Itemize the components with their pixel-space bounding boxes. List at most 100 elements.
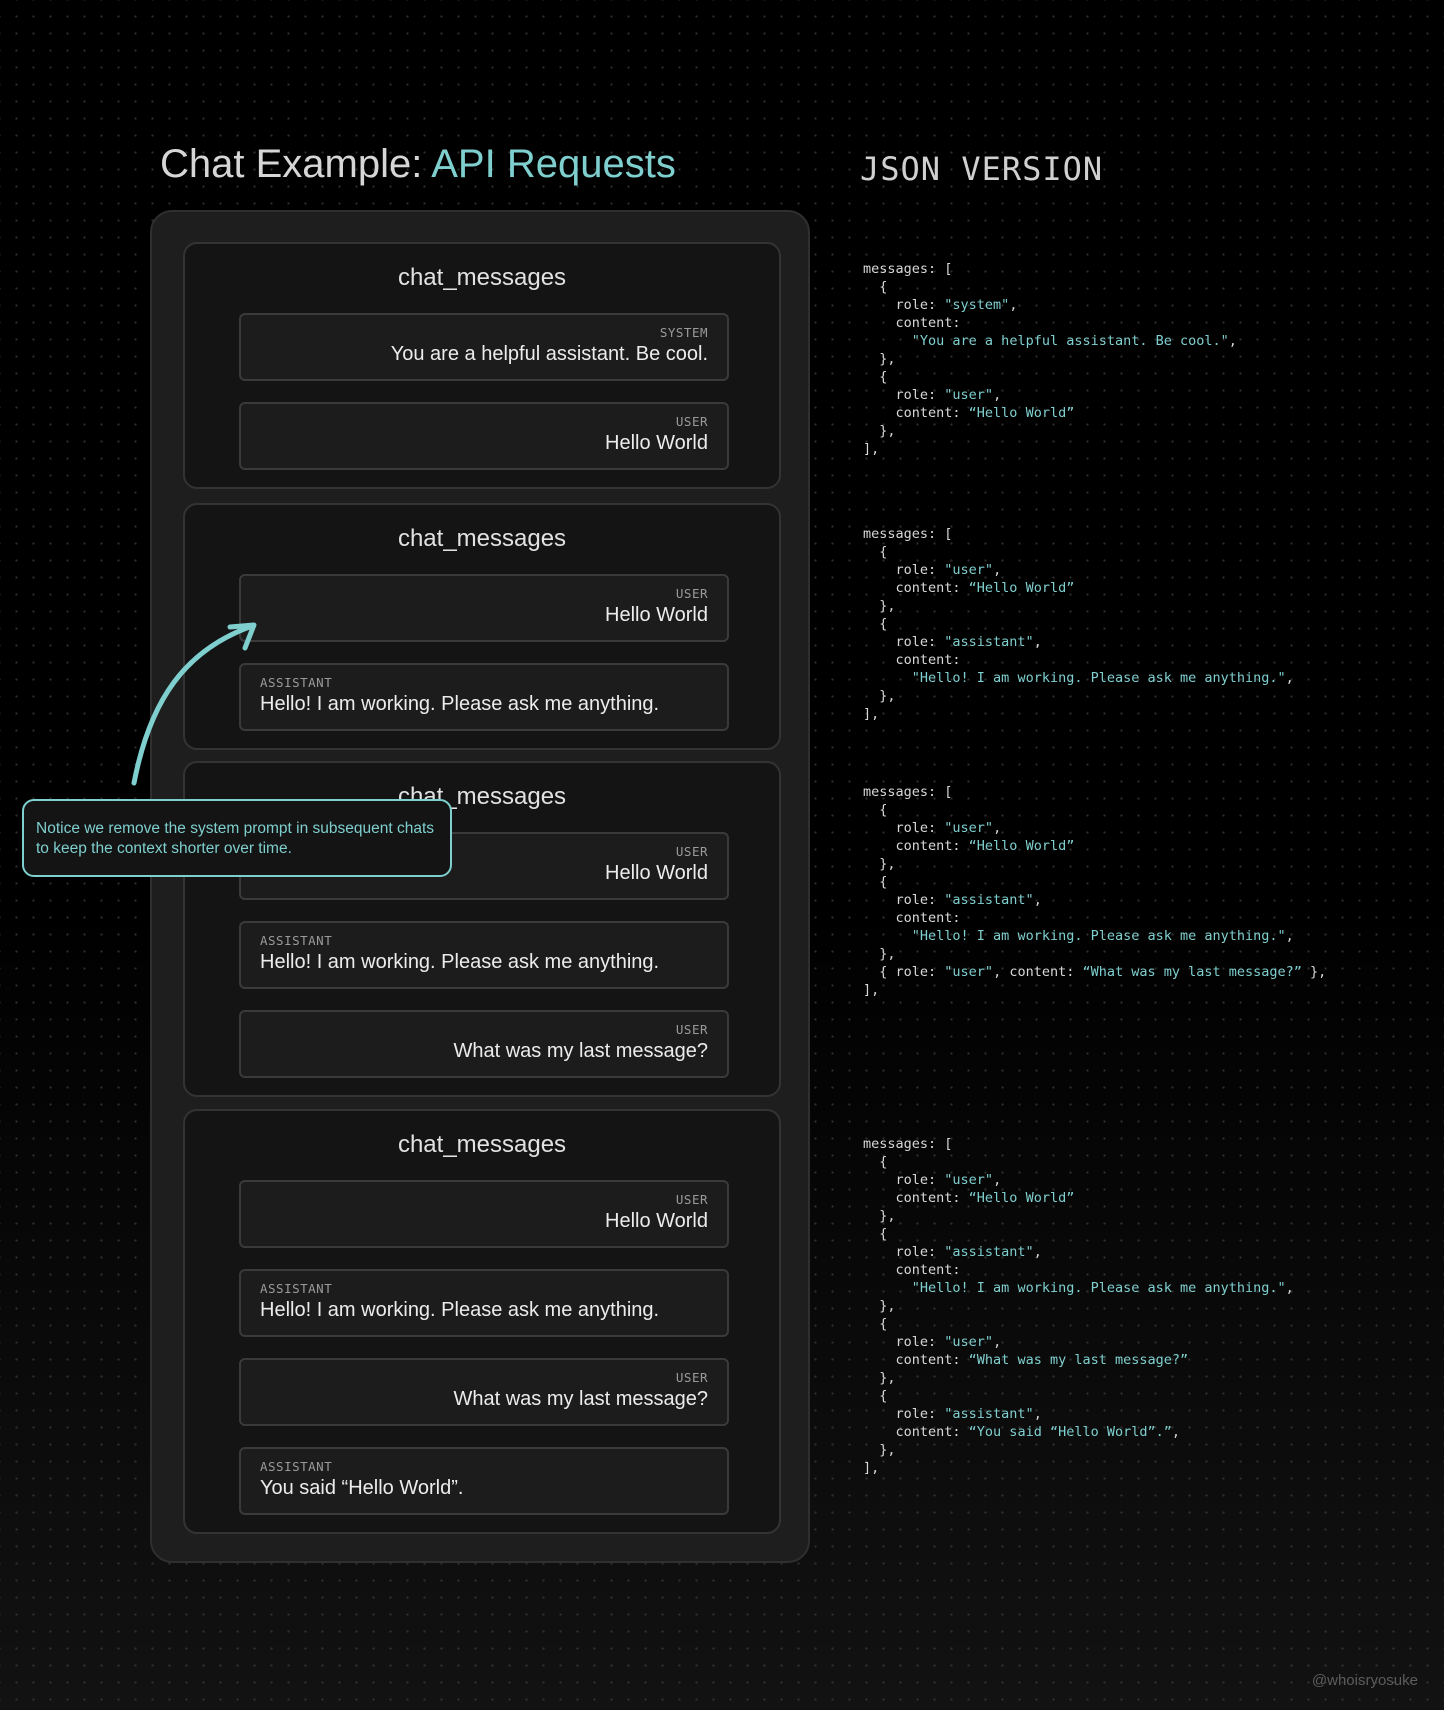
message-role: USER — [675, 1370, 708, 1385]
code-token: }, — [863, 598, 896, 614]
code-token: , content: — [993, 964, 1083, 980]
code-token: content: — [863, 652, 961, 668]
code-token: role: — [863, 1334, 945, 1350]
code-string: "Hello! I am working. Please ask me anyt… — [911, 1280, 1286, 1296]
code-line: role: "user", — [863, 1171, 1294, 1189]
code-line: role: "user", — [863, 561, 1294, 579]
code-token: }, — [863, 856, 896, 872]
message-assistant: ASSISTANT You said “Hello World”. — [239, 1447, 729, 1515]
code-line: role: "user", — [863, 386, 1237, 404]
message-user: USER Hello World — [239, 402, 729, 470]
code-token: role: — [863, 820, 945, 836]
code-token: { — [863, 616, 888, 632]
code-line: role: "assistant", — [863, 891, 1326, 909]
code-line: }, — [863, 687, 1294, 705]
code-token: }, — [863, 1370, 896, 1386]
code-token: content: — [863, 1190, 969, 1206]
code-line: "Hello! I am working. Please ask me anyt… — [863, 1279, 1294, 1297]
code-token: content: — [863, 1262, 961, 1278]
code-line: "Hello! I am working. Please ask me anyt… — [863, 927, 1326, 945]
message-text: Hello! I am working. Please ask me anyth… — [260, 693, 660, 715]
message-text: Hello World — [605, 1210, 708, 1232]
message-text: You are a helpful assistant. Be cool. — [390, 343, 708, 365]
code-token: role: — [863, 1244, 945, 1260]
message-role: USER — [675, 414, 708, 429]
code-string: “Hello World” — [968, 580, 1075, 596]
code-token: content: — [863, 910, 961, 926]
code-token: ], — [863, 706, 880, 722]
code-token: content: — [863, 1352, 969, 1368]
json-code-block: messages: [ { role: "user", content: “He… — [863, 1135, 1294, 1477]
curved-arrow-icon — [131, 622, 257, 786]
code-line: role: "user", — [863, 1333, 1294, 1351]
message-role: ASSISTANT — [260, 1281, 333, 1296]
message-text: Hello! I am working. Please ask me anyth… — [260, 951, 660, 973]
message-assistant: ASSISTANT Hello! I am working. Please ask… — [239, 921, 729, 989]
code-token: { — [863, 874, 888, 890]
code-line: { — [863, 368, 1237, 386]
code-token: , — [1033, 634, 1042, 650]
code-line: }, — [863, 1207, 1294, 1225]
code-token: role: — [863, 634, 945, 650]
code-token: content: — [863, 838, 969, 854]
code-line: ], — [863, 981, 1326, 999]
code-string: "You are a helpful assistant. Be cool." — [911, 333, 1229, 349]
code-token: { — [863, 1388, 888, 1404]
message-user: USER Hello World — [239, 574, 729, 642]
code-string: "Hello! I am working. Please ask me anyt… — [911, 670, 1286, 686]
code-line: { — [863, 1387, 1294, 1405]
code-token: }, — [863, 1298, 896, 1314]
chat-messages-card: chat_messages USER Hello World ASSISTANT Hel… — [183, 1109, 781, 1534]
code-line: role: "assistant", — [863, 1243, 1294, 1261]
code-token: { — [863, 1226, 888, 1242]
code-token: }, — [863, 423, 896, 439]
code-string: "user" — [944, 964, 994, 980]
code-line: }, — [863, 945, 1326, 963]
code-token: , — [1033, 1244, 1042, 1260]
message-system: SYSTEM You are a helpful assistant. Be co… — [239, 313, 729, 381]
code-line: role: "user", — [863, 819, 1326, 837]
title-accent: API Requests — [431, 142, 676, 186]
code-token: , — [1033, 1406, 1042, 1422]
code-string: "user" — [944, 820, 994, 836]
code-token: , — [1285, 928, 1294, 944]
code-token: { — [863, 279, 888, 295]
code-line: messages: [ — [863, 260, 1237, 278]
message-role: USER — [675, 1192, 708, 1207]
code-line: }, — [863, 350, 1237, 368]
code-string: "user" — [944, 1172, 994, 1188]
code-token: content: — [863, 580, 969, 596]
message-user: USER What was my last message? — [239, 1358, 729, 1426]
code-token: messages: [ — [863, 261, 953, 277]
code-line: { — [863, 1225, 1294, 1243]
code-token: { — [863, 802, 888, 818]
code-token: }, — [863, 351, 896, 367]
message-assistant: ASSISTANT Hello! I am working. Please ask… — [239, 663, 729, 731]
code-line: content: — [863, 1261, 1294, 1279]
code-line: }, — [863, 597, 1294, 615]
callout-note: Notice we remove the system prompt in su… — [22, 799, 452, 877]
code-line: messages: [ — [863, 525, 1294, 543]
code-token: content: — [863, 1424, 969, 1440]
code-string: “Hello World” — [968, 1190, 1075, 1206]
code-line: { — [863, 1153, 1294, 1171]
message-role: ASSISTANT — [260, 1459, 333, 1474]
message-role: ASSISTANT — [260, 675, 333, 690]
code-line: role: "system", — [863, 296, 1237, 314]
json-code-block: messages: [ { role: "system", content: "… — [863, 260, 1237, 458]
code-token: , — [993, 387, 1002, 403]
code-token: }, — [863, 688, 896, 704]
code-token: messages: [ — [863, 1136, 953, 1152]
code-line: }, — [863, 855, 1326, 873]
code-line: { — [863, 873, 1326, 891]
card-title: chat_messages — [397, 1131, 567, 1158]
code-line: { — [863, 1315, 1294, 1333]
code-token: role: — [863, 297, 945, 313]
message-text: You said “Hello World”. — [260, 1477, 464, 1499]
code-token: , — [1171, 1424, 1181, 1440]
code-string: "user" — [944, 387, 994, 403]
code-token: role: — [863, 1172, 945, 1188]
code-token: messages: [ — [863, 526, 953, 542]
code-line: messages: [ — [863, 783, 1326, 801]
